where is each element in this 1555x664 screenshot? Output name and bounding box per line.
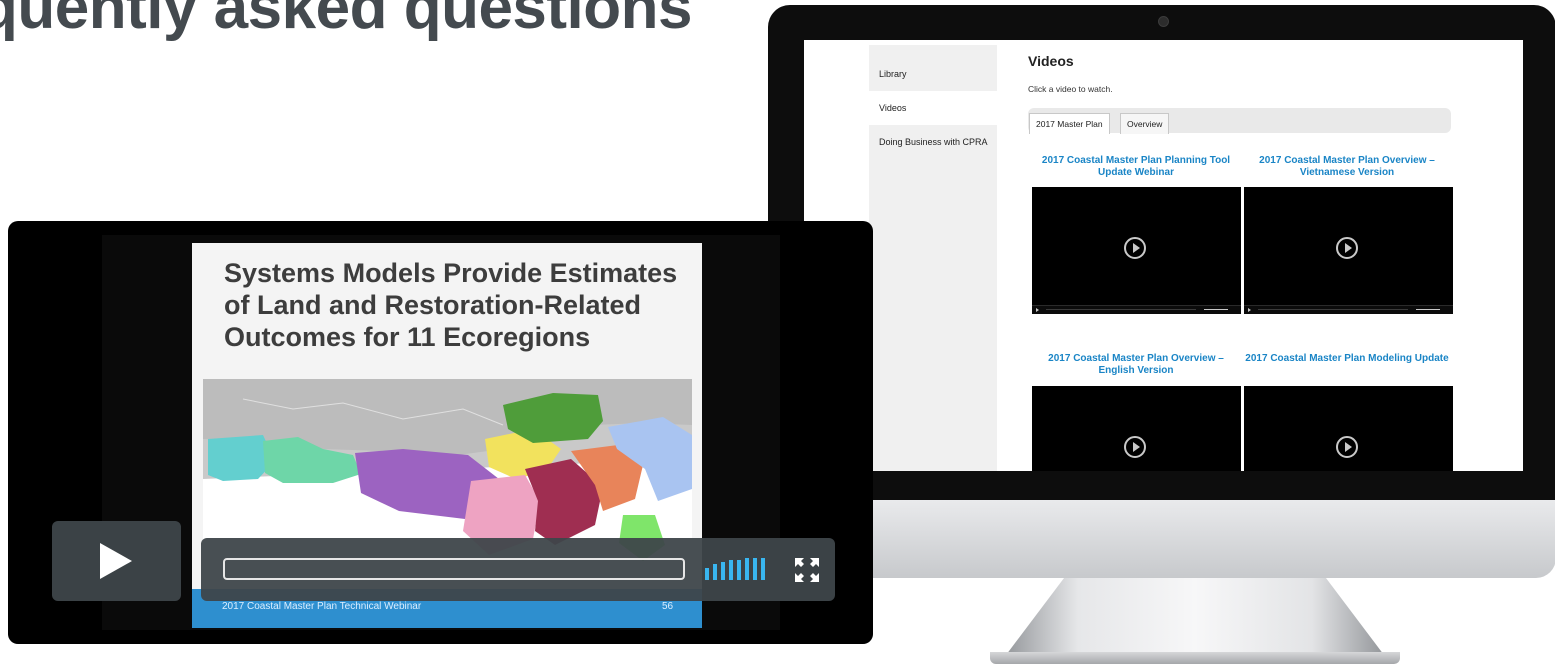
page-subtitle: Click a video to watch.: [1028, 84, 1113, 94]
tab-overview[interactable]: Overview: [1120, 113, 1170, 134]
player-control-bar: [201, 538, 835, 601]
tab-bar: 2017 Master Plan Overview: [1028, 108, 1451, 134]
camera-icon: [1158, 16, 1169, 27]
video-thumbnail[interactable]: [1032, 187, 1241, 314]
seek-bar[interactable]: [1258, 309, 1408, 310]
imac-chin: [768, 500, 1555, 578]
slide-title: Systems Models Provide Estimates of Land…: [224, 258, 678, 352]
play-icon[interactable]: [1336, 237, 1358, 259]
video-thumbnail[interactable]: [1244, 187, 1453, 314]
page-title: Videos: [1028, 53, 1074, 69]
video-title[interactable]: 2017 Coastal Master Plan Modeling Update: [1242, 353, 1452, 365]
main-content: Videos Click a video to watch. 2017 Mast…: [1028, 40, 1518, 471]
sidebar: Library Videos Doing Business with CPRA: [869, 45, 997, 471]
imac-screen: Library Videos Doing Business with CPRA …: [804, 40, 1523, 471]
video-title[interactable]: 2017 Coastal Master Plan Overview – Engl…: [1031, 353, 1241, 377]
fullscreen-icon[interactable]: [793, 556, 821, 584]
slide-footer-text: 2017 Coastal Master Plan Technical Webin…: [222, 601, 422, 612]
play-icon[interactable]: [1124, 237, 1146, 259]
play-icon[interactable]: [1336, 436, 1358, 458]
tab-2017-master-plan[interactable]: 2017 Master Plan: [1029, 113, 1110, 134]
volume-slider[interactable]: [1204, 309, 1228, 310]
video-thumbnail[interactable]: [1244, 386, 1453, 471]
page-heading: quently asked questions: [0, 0, 693, 42]
sidebar-item-videos[interactable]: Videos: [869, 91, 997, 125]
play-button[interactable]: [52, 521, 181, 601]
seek-bar[interactable]: [1046, 309, 1196, 310]
video-thumbnail[interactable]: [1032, 386, 1241, 471]
sidebar-item-doing-business[interactable]: Doing Business with CPRA: [869, 125, 997, 159]
play-icon[interactable]: [1124, 436, 1146, 458]
volume-icon[interactable]: [705, 558, 769, 580]
sidebar-item-library[interactable]: Library: [869, 57, 997, 91]
imac-stand: [1000, 575, 1390, 663]
video-controls: [1244, 305, 1453, 314]
video-title[interactable]: 2017 Coastal Master Plan Overview – Viet…: [1242, 155, 1452, 179]
play-icon[interactable]: [1248, 308, 1251, 312]
imac-stand-base: [990, 652, 1400, 664]
slide-number: 56: [662, 601, 674, 612]
video-controls: [1032, 305, 1241, 314]
progress-bar[interactable]: [223, 558, 685, 580]
video-title[interactable]: 2017 Coastal Master Plan Planning Tool U…: [1031, 155, 1241, 179]
play-icon[interactable]: [1036, 308, 1039, 312]
volume-slider[interactable]: [1416, 309, 1440, 310]
